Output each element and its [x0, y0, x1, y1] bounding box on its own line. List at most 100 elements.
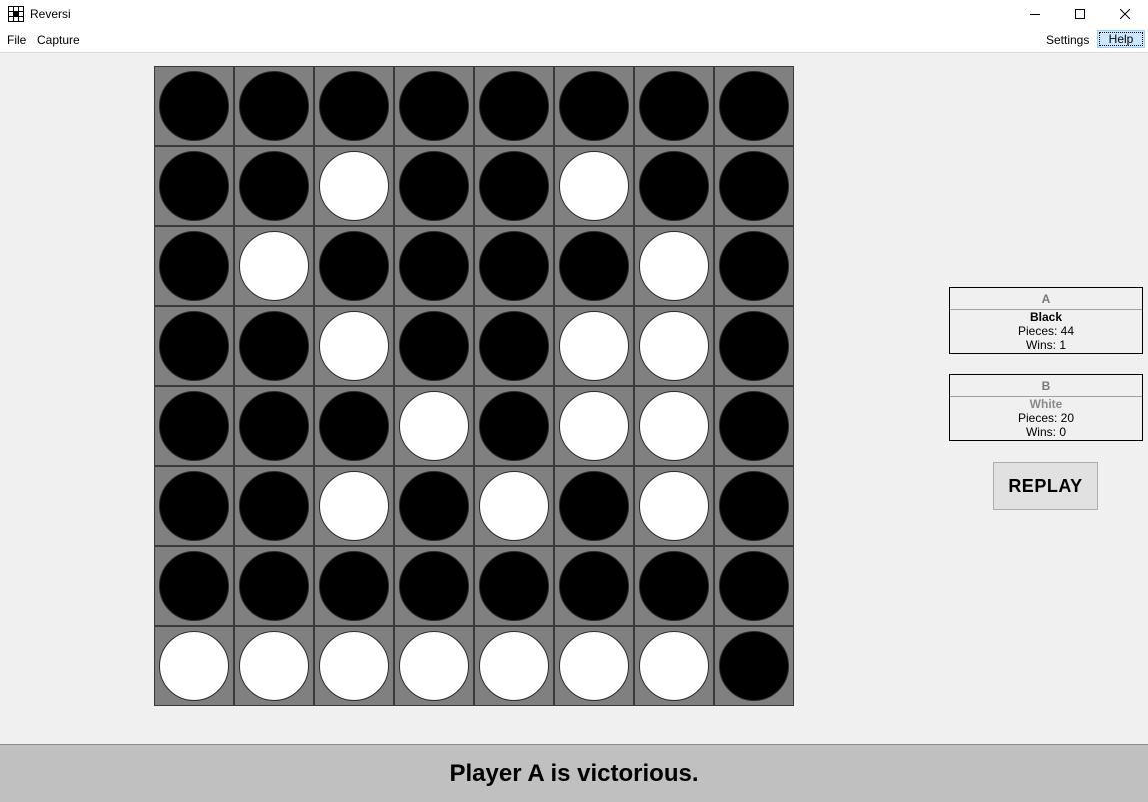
board-cell[interactable] — [314, 306, 394, 386]
board-cell[interactable] — [714, 386, 794, 466]
board-cell[interactable] — [154, 66, 234, 146]
board-cell[interactable] — [234, 386, 314, 466]
board-cell[interactable] — [314, 386, 394, 466]
board-cell[interactable] — [234, 226, 314, 306]
board-cell[interactable] — [634, 306, 714, 386]
board-cell[interactable] — [394, 386, 474, 466]
board-cell[interactable] — [474, 626, 554, 706]
black-disc — [239, 311, 309, 381]
board-cell[interactable] — [634, 546, 714, 626]
board-cell[interactable] — [474, 546, 554, 626]
board-cell[interactable] — [634, 466, 714, 546]
black-disc — [719, 151, 789, 221]
board-cell[interactable] — [314, 546, 394, 626]
board-cell[interactable] — [314, 146, 394, 226]
board-cell[interactable] — [154, 306, 234, 386]
menu-bar: File Capture Settings Help — [0, 28, 1148, 53]
board-cell[interactable] — [714, 226, 794, 306]
menu-help[interactable]: Help — [1097, 30, 1145, 48]
black-disc — [239, 471, 309, 541]
board-cell[interactable] — [714, 626, 794, 706]
board-cell[interactable] — [634, 226, 714, 306]
menu-settings[interactable]: Settings — [1042, 32, 1093, 48]
board-cell[interactable] — [554, 306, 634, 386]
board-cell[interactable] — [554, 546, 634, 626]
black-disc — [399, 551, 469, 621]
board-cell[interactable] — [394, 466, 474, 546]
board-cell[interactable] — [714, 146, 794, 226]
board-cell[interactable] — [394, 66, 474, 146]
minimize-icon — [1029, 14, 1040, 15]
board-cell[interactable] — [394, 546, 474, 626]
board-cell[interactable] — [474, 226, 554, 306]
board-cell[interactable] — [394, 146, 474, 226]
board-cell[interactable] — [234, 466, 314, 546]
board-cell[interactable] — [314, 466, 394, 546]
board-cell[interactable] — [714, 306, 794, 386]
board-cell[interactable] — [474, 466, 554, 546]
black-disc — [399, 151, 469, 221]
board-cell[interactable] — [634, 386, 714, 466]
board-cell[interactable] — [554, 386, 634, 466]
board-cell[interactable] — [234, 146, 314, 226]
board-cell[interactable] — [154, 386, 234, 466]
black-disc — [319, 71, 389, 141]
board-cell[interactable] — [394, 306, 474, 386]
close-button[interactable] — [1102, 0, 1147, 28]
menu-capture[interactable]: Capture — [33, 32, 84, 48]
minimize-button[interactable] — [1012, 0, 1057, 28]
menu-file[interactable]: File — [3, 32, 30, 48]
board-cell[interactable] — [714, 66, 794, 146]
board-cell[interactable] — [154, 146, 234, 226]
board-cell[interactable] — [314, 226, 394, 306]
board-cell[interactable] — [474, 306, 554, 386]
black-disc — [239, 151, 309, 221]
black-disc — [639, 71, 709, 141]
white-disc — [559, 391, 629, 461]
board-cell[interactable] — [554, 466, 634, 546]
board-cell[interactable] — [394, 226, 474, 306]
player-a-name: A — [950, 288, 1142, 310]
black-disc — [479, 391, 549, 461]
board-cell[interactable] — [714, 546, 794, 626]
board-cell[interactable] — [474, 386, 554, 466]
black-disc — [159, 151, 229, 221]
player-a-panel: A Black Pieces: 44 Wins: 1 — [949, 287, 1143, 354]
board-cell[interactable] — [714, 466, 794, 546]
board-cell[interactable] — [154, 626, 234, 706]
black-disc — [319, 231, 389, 301]
board-cell[interactable] — [474, 66, 554, 146]
board-cell[interactable] — [554, 226, 634, 306]
black-disc — [239, 71, 309, 141]
board-cell[interactable] — [314, 626, 394, 706]
white-disc — [639, 631, 709, 701]
replay-button[interactable]: REPLAY — [993, 462, 1098, 510]
board-cell[interactable] — [234, 546, 314, 626]
board-cell[interactable] — [234, 306, 314, 386]
white-disc — [239, 231, 309, 301]
board-cell[interactable] — [154, 546, 234, 626]
board-cell[interactable] — [314, 66, 394, 146]
board-cell[interactable] — [394, 626, 474, 706]
board-cell[interactable] — [234, 626, 314, 706]
board-cell[interactable] — [634, 66, 714, 146]
board-cell[interactable] — [554, 66, 634, 146]
board-cell[interactable] — [634, 626, 714, 706]
board-cell[interactable] — [154, 226, 234, 306]
board-cell[interactable] — [554, 146, 634, 226]
black-disc — [479, 551, 549, 621]
player-a-color: Black — [1029, 310, 1063, 324]
black-disc — [479, 71, 549, 141]
black-disc — [159, 311, 229, 381]
maximize-button[interactable] — [1057, 0, 1102, 28]
board-cell[interactable] — [234, 66, 314, 146]
player-b-panel: B White Pieces: 20 Wins: 0 — [949, 374, 1143, 441]
reversi-app-icon — [8, 6, 24, 22]
black-disc — [399, 231, 469, 301]
board-cell[interactable] — [554, 626, 634, 706]
board-cell[interactable] — [474, 146, 554, 226]
black-disc — [239, 551, 309, 621]
white-disc — [639, 471, 709, 541]
board-cell[interactable] — [154, 466, 234, 546]
board-cell[interactable] — [634, 146, 714, 226]
